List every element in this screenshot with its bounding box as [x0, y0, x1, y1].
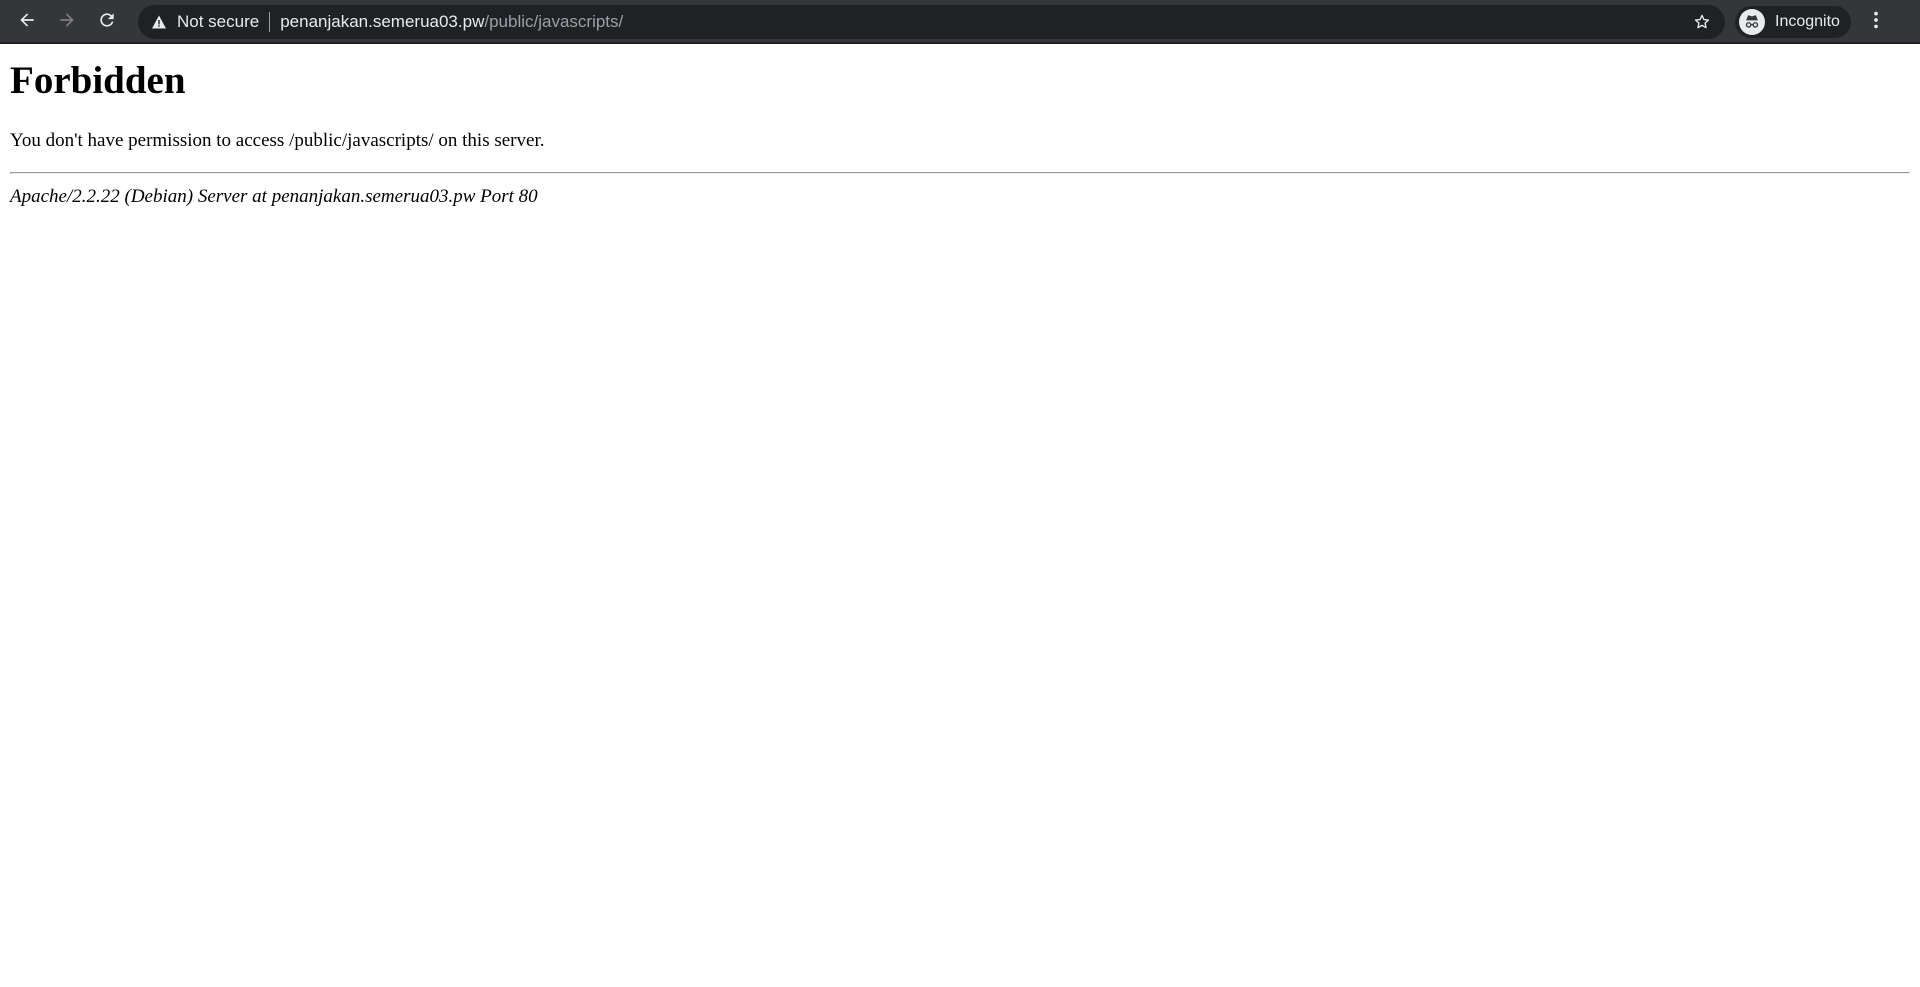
error-message: You don't have permission to access /pub… [10, 130, 545, 151]
server-signature: Apache/2.2.22 (Debian) Server at penanja… [10, 186, 538, 207]
url-path: /public/javascripts/ [484, 12, 624, 31]
url-host: penanjakan.semerua03.pw [280, 12, 485, 31]
reload-icon [97, 10, 117, 35]
reload-button[interactable] [91, 6, 123, 38]
address-bar[interactable]: Not secure penanjakan.semerua03.pw/publi… [138, 5, 1725, 39]
page-content: Forbidden You don't have permission to a… [0, 46, 1920, 987]
incognito-icon [1739, 9, 1765, 35]
back-button[interactable] [11, 6, 43, 38]
url-text[interactable]: penanjakan.semerua03.pw/public/javascrip… [280, 12, 623, 32]
incognito-profile-button[interactable]: Incognito [1735, 6, 1851, 38]
page-title: Forbidden [10, 59, 186, 102]
security-status-label[interactable]: Not secure [177, 12, 259, 32]
divider [10, 172, 1910, 174]
bookmark-star-icon[interactable] [1693, 13, 1711, 31]
omnibox-divider [269, 12, 271, 32]
arrow-left-icon [17, 10, 37, 35]
profile-label: Incognito [1775, 13, 1840, 30]
arrow-right-icon [57, 10, 77, 35]
browser-menu-button[interactable] [1864, 6, 1888, 38]
forward-button[interactable] [51, 6, 83, 38]
browser-toolbar: Not secure penanjakan.semerua03.pw/publi… [0, 0, 1920, 44]
kebab-menu-icon [1865, 9, 1887, 36]
warning-triangle-icon[interactable] [151, 14, 167, 30]
